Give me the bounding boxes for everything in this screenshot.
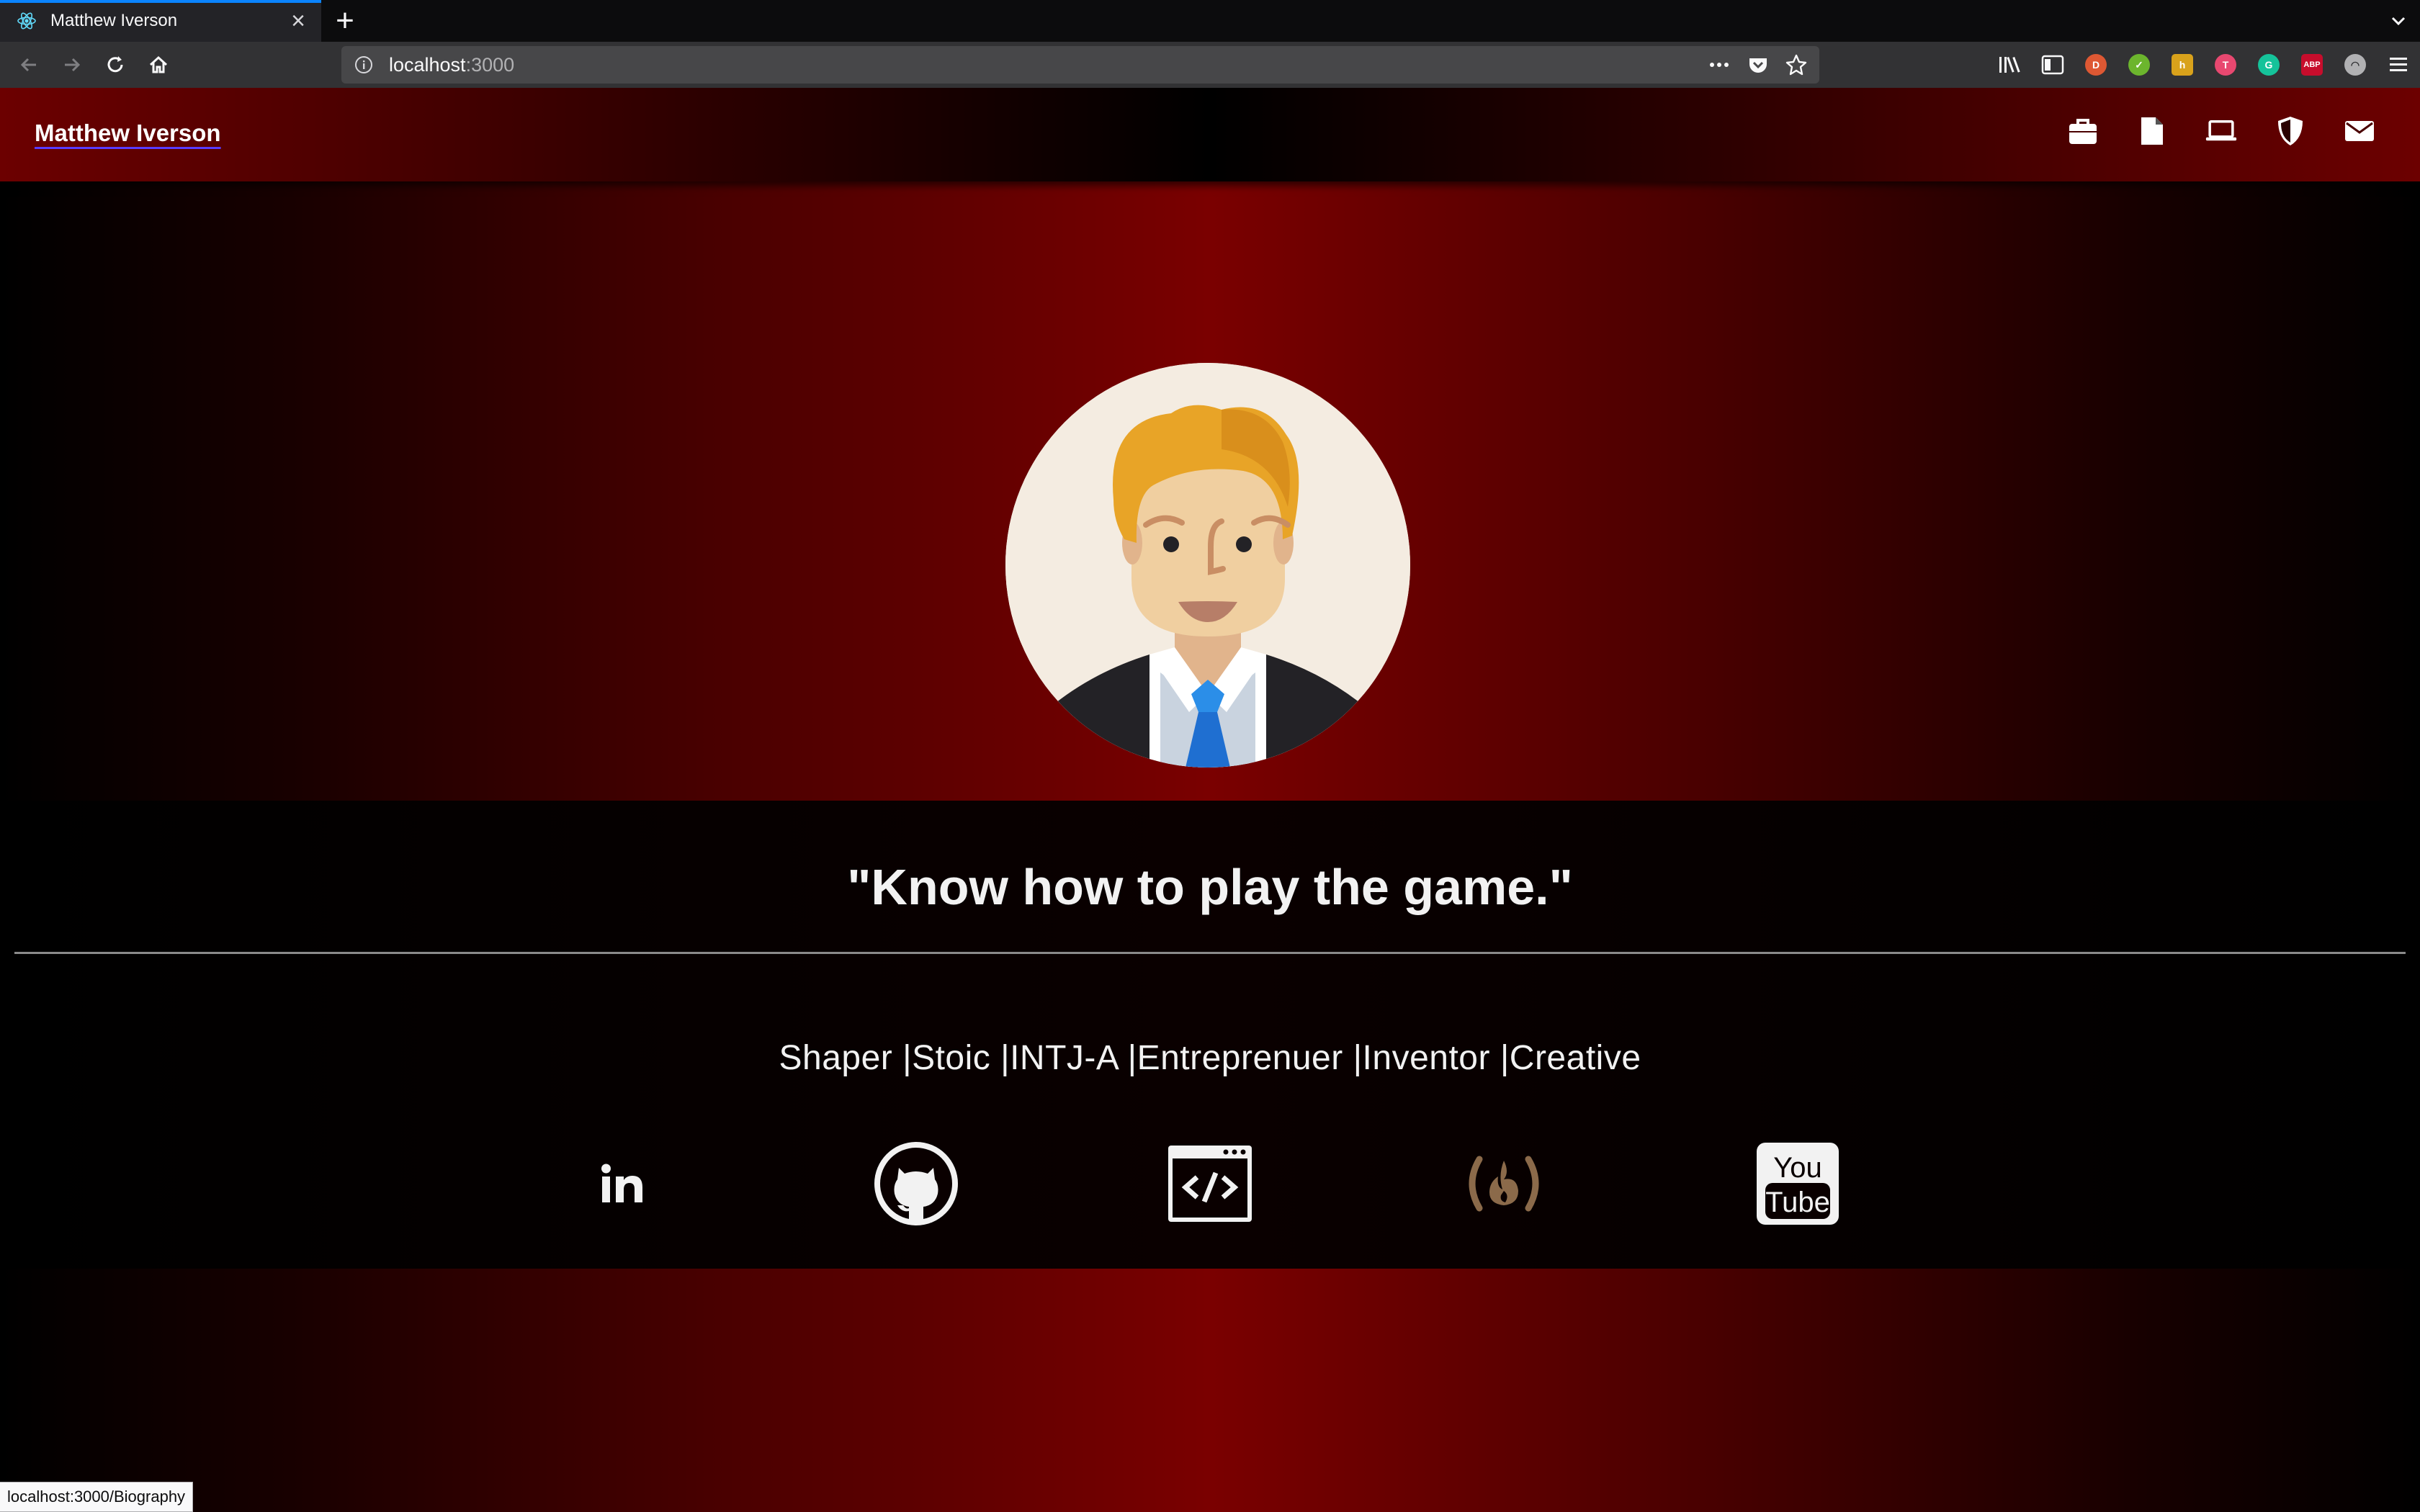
back-arrow-icon xyxy=(20,58,36,72)
react-favicon-icon xyxy=(17,12,36,30)
tab-title: Matthew Iverson xyxy=(50,11,178,30)
home-icon xyxy=(149,55,168,73)
document-icon xyxy=(2141,117,2163,145)
home-button[interactable] xyxy=(137,45,180,85)
account-avatar-icon[interactable]: ◠ xyxy=(2341,50,2370,79)
hamburger-menu-icon[interactable] xyxy=(2384,50,2413,79)
grammarly-extension-icon[interactable]: G xyxy=(2254,50,2283,79)
url-host: localhost xyxy=(389,53,466,76)
url-port: :3000 xyxy=(465,53,515,76)
honey-extension-icon[interactable]: h xyxy=(2168,50,2197,79)
check-extension-icon[interactable]: ✓ xyxy=(2125,50,2154,79)
traits-text: Shaper |Stoic |INTJ-A |Entreprenuer |Inv… xyxy=(779,1039,1641,1077)
profile-avatar xyxy=(1005,363,1410,768)
brand-link[interactable]: Matthew Iverson xyxy=(35,120,221,147)
page-actions-ellipsis-icon[interactable] xyxy=(1707,54,1731,76)
new-tab-button[interactable]: + xyxy=(321,0,369,42)
svg-text:Tube: Tube xyxy=(1765,1187,1830,1218)
browser-tab[interactable]: Matthew Iverson × xyxy=(0,0,321,42)
code-portfolio-link[interactable] xyxy=(1165,1139,1255,1228)
divider xyxy=(14,952,2406,954)
site-header: Matthew Iverson xyxy=(0,88,2420,181)
back-button[interactable] xyxy=(7,45,50,85)
browser-tab-bar: Matthew Iverson × + xyxy=(0,0,2420,42)
nav-shield-link[interactable] xyxy=(2275,115,2306,147)
address-bar[interactable]: localhost:3000 xyxy=(341,46,1819,84)
list-all-tabs-chevron-icon[interactable] xyxy=(2377,0,2420,42)
shield-icon xyxy=(2278,117,2303,145)
forward-arrow-icon xyxy=(65,58,81,72)
youtube-icon: You Tube xyxy=(1757,1143,1839,1225)
reload-icon xyxy=(107,56,123,73)
code-window-icon xyxy=(1168,1146,1252,1222)
linkedin-icon xyxy=(601,1164,642,1202)
page-viewport: Matthew Iverson "Know how to play the ga… xyxy=(0,88,2420,1512)
businessman-avatar-icon xyxy=(1005,363,1410,768)
hero-section xyxy=(0,181,2420,801)
bookmark-star-icon[interactable] xyxy=(1785,53,1808,76)
close-tab-icon[interactable]: × xyxy=(291,9,305,33)
briefcase-icon xyxy=(2069,119,2097,144)
linkedin-link[interactable] xyxy=(578,1139,667,1228)
nav-envelope-link[interactable] xyxy=(2344,115,2375,147)
github-link[interactable] xyxy=(871,1139,961,1228)
pocket-icon[interactable] xyxy=(1747,54,1769,76)
nav-document-link[interactable] xyxy=(2136,115,2168,147)
laptop-icon xyxy=(2205,120,2237,141)
quote-heading: "Know how to play the game." xyxy=(847,859,1573,915)
youtube-link[interactable]: You Tube xyxy=(1753,1139,1842,1228)
social-links: You Tube xyxy=(0,1139,2420,1240)
envelope-icon xyxy=(2345,121,2374,141)
forward-button[interactable] xyxy=(50,45,94,85)
library-icon[interactable] xyxy=(1995,50,2024,79)
site-nav xyxy=(2067,115,2375,147)
adblock-plus-extension-icon[interactable]: ABP xyxy=(2298,50,2326,79)
footer-section xyxy=(0,1269,2420,1512)
status-bar-url: localhost:3000/Biography xyxy=(0,1482,194,1512)
duckduckgo-extension-icon[interactable]: D xyxy=(2081,50,2110,79)
browser-toolbar: localhost:3000 D ✓ h T G ABP ◠ xyxy=(0,42,2420,88)
reload-button[interactable] xyxy=(94,45,137,85)
github-icon xyxy=(874,1142,958,1225)
svg-text:You: You xyxy=(1773,1152,1822,1184)
url-text[interactable]: localhost:3000 xyxy=(389,54,1707,76)
bio-content: "Know how to play the game." Shaper |Sto… xyxy=(0,801,2420,1269)
info-icon[interactable] xyxy=(353,54,375,76)
nav-laptop-link[interactable] xyxy=(2205,115,2237,147)
tab-extension-icon[interactable]: T xyxy=(2211,50,2240,79)
freecodecamp-link[interactable] xyxy=(1459,1139,1549,1228)
nav-briefcase-link[interactable] xyxy=(2067,115,2099,147)
sidebar-icon[interactable] xyxy=(2038,50,2067,79)
freecodecamp-icon xyxy=(1469,1156,1539,1212)
